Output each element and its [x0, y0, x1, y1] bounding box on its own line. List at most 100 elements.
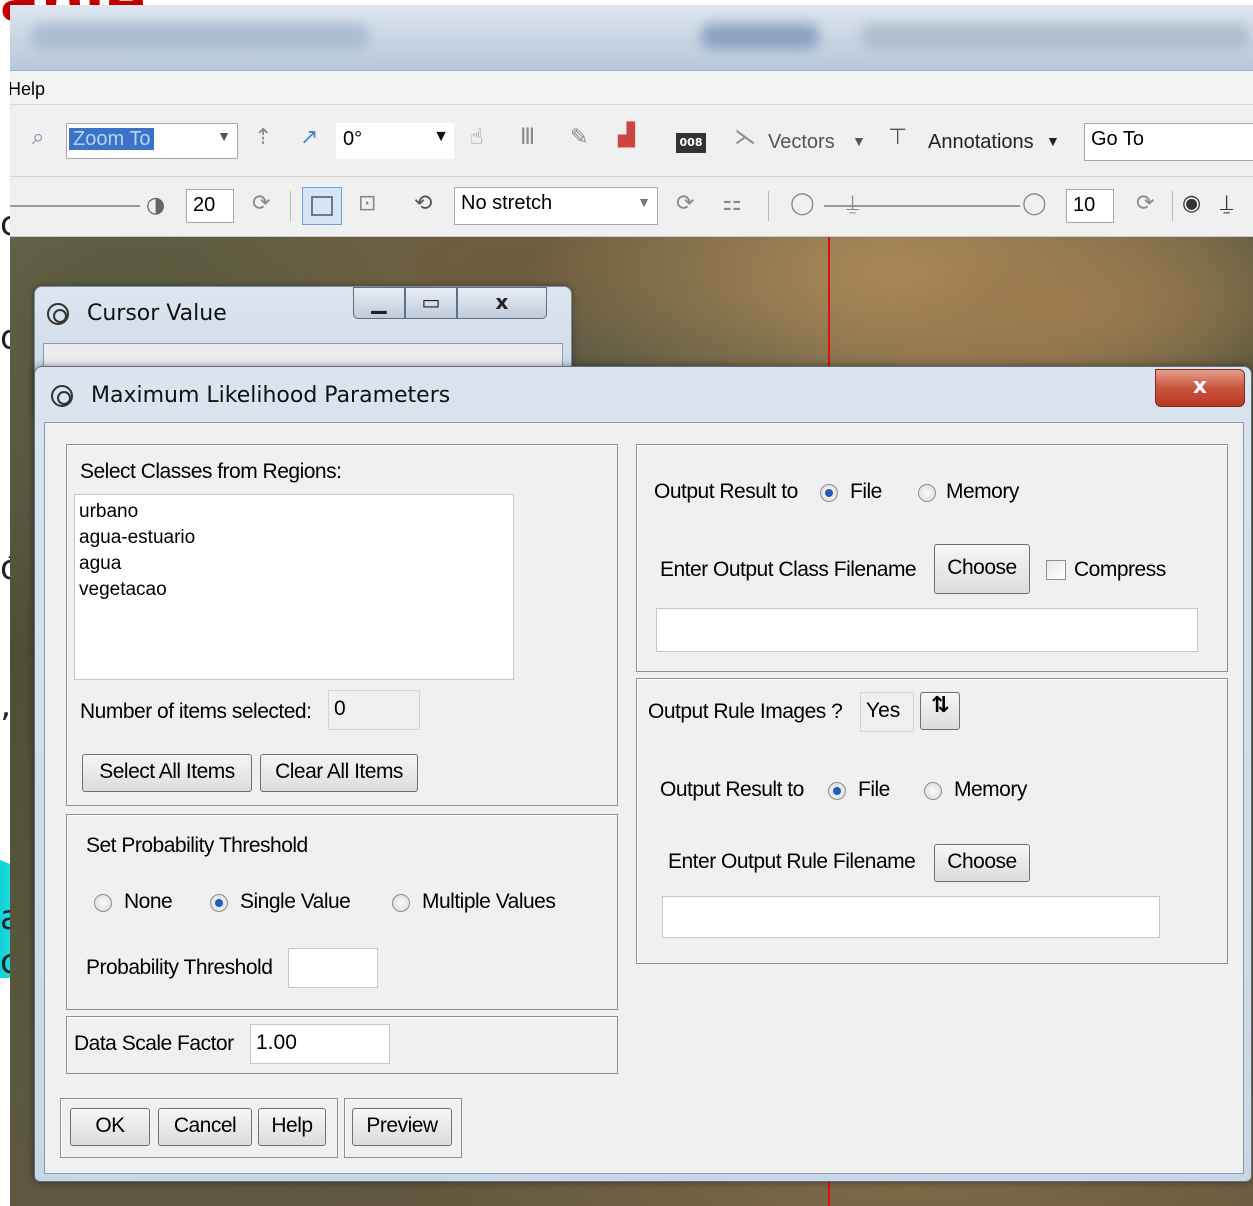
rotate-arrow-icon[interactable]: ↗: [300, 125, 318, 150]
counter-tool-icon[interactable]: 008: [676, 133, 706, 153]
classes-list[interactable]: urbano agua-estuario agua vegetacao: [74, 494, 514, 680]
dialog-close-button[interactable]: x: [1155, 369, 1245, 407]
rule-output-memory-label[interactable]: Memory: [954, 778, 1027, 802]
frame-icon: [311, 196, 333, 216]
ok-button[interactable]: OK: [70, 1108, 150, 1146]
items-selected-label: Number of items selected:: [80, 700, 312, 723]
toolbar-primary: ⌕ Zoom To ▼ ⇡ ↗ 0° ▼ ☝ Ⅲ ✎ ▟ 008 ⋋ Vecto…: [10, 105, 1253, 177]
refresh-icon[interactable]: ⟳: [676, 191, 694, 216]
output-result-label: Output Result to: [654, 480, 798, 503]
probability-threshold-input[interactable]: [288, 948, 378, 988]
compress-label[interactable]: Compress: [1074, 558, 1166, 582]
rotation-value: 0°: [343, 128, 363, 150]
fit-view-button[interactable]: [302, 187, 342, 225]
envi-icon: [51, 385, 73, 407]
threshold-label: Set Probability Threshold: [86, 834, 308, 857]
reset-icon[interactable]: ⟳: [1136, 191, 1154, 216]
window-titlebar[interactable]: [10, 5, 1253, 71]
classes-label: Select Classes from Regions:: [80, 460, 342, 483]
pan-tool-icon[interactable]: ☝: [470, 125, 483, 150]
rule-output-file-radio[interactable]: [828, 782, 846, 800]
cursor-window-title: Cursor Value: [87, 301, 227, 326]
clear-all-button[interactable]: Clear All Items: [260, 754, 418, 792]
transparency-icon[interactable]: ◉: [1182, 191, 1201, 216]
center-view-icon[interactable]: ⊡: [358, 191, 376, 216]
toolbar-display: ◑ 20 ⟳ ⊡ ⟲ No stretch ▼ ⟳ ⚏ ◯ ⍊ ◯ 10 ⟳ ◉: [10, 177, 1253, 237]
slider-thumb-icon[interactable]: ⍊: [846, 191, 859, 216]
sharpen-field[interactable]: 10: [1066, 189, 1114, 223]
choose-rule-file-button[interactable]: Choose: [934, 844, 1030, 882]
threshold-single-radio[interactable]: [210, 894, 228, 912]
chevron-down-icon: ▼: [852, 133, 866, 149]
toggle-updown-icon[interactable]: ⇅: [920, 692, 960, 730]
output-file-radio[interactable]: [820, 484, 838, 502]
chevron-down-icon: ▼: [433, 128, 449, 145]
list-item[interactable]: urbano: [79, 499, 509, 525]
contrast-icon: ◑: [146, 193, 166, 218]
threshold-multiple-radio[interactable]: [392, 894, 410, 912]
vectors-menu[interactable]: Vectors: [768, 131, 835, 154]
help-button[interactable]: Help: [258, 1108, 326, 1146]
class-filename-input[interactable]: [656, 608, 1198, 652]
cancel-button[interactable]: Cancel: [158, 1108, 252, 1146]
preview-button[interactable]: Preview: [352, 1108, 452, 1146]
brightness-field[interactable]: 20: [186, 189, 234, 223]
choose-class-file-button[interactable]: Choose: [934, 544, 1030, 594]
zoom-icon[interactable]: ⌕: [32, 125, 44, 150]
list-item[interactable]: agua: [79, 551, 509, 577]
sync-icon[interactable]: ⟲: [414, 191, 432, 216]
stretch-value: No stretch: [461, 192, 553, 214]
rule-filename-input[interactable]: [662, 896, 1160, 938]
probability-threshold-label: Probability Threshold: [86, 956, 273, 979]
circle-icon: ◯: [1022, 191, 1047, 216]
screen: able c d ó ’ a c Help ⌕ Zoom To ▼ ⇡ ↗ 0°…: [0, 0, 1253, 1206]
close-button[interactable]: x: [457, 287, 547, 319]
histogram-icon[interactable]: ⚏: [722, 191, 742, 216]
threshold-single-label[interactable]: Single Value: [240, 890, 351, 914]
scale-factor-input[interactable]: 1.00: [250, 1024, 390, 1064]
stretch-combo[interactable]: No stretch ▼: [454, 187, 658, 225]
vectors-icon[interactable]: ⋋: [734, 125, 756, 150]
zoom-combo[interactable]: Zoom To ▼: [66, 123, 238, 159]
dialog-title: Maximum Likelihood Parameters: [91, 383, 451, 408]
output-memory-radio[interactable]: [918, 484, 936, 502]
rule-output-file-label[interactable]: File: [858, 778, 890, 802]
minimize-button[interactable]: ▁: [353, 287, 405, 319]
slider-track[interactable]: [10, 205, 140, 207]
maximize-button[interactable]: ▭: [405, 287, 457, 319]
zoom-value: Zoom To: [69, 128, 155, 150]
rotate-up-icon[interactable]: ⇡: [254, 125, 272, 150]
output-memory-label[interactable]: Memory: [946, 480, 1019, 504]
threshold-multiple-label[interactable]: Multiple Values: [422, 890, 556, 914]
slider-thumb-icon[interactable]: ⍊: [1220, 191, 1233, 216]
goto-input[interactable]: Go To: [1084, 123, 1253, 161]
opacity-icon: ◯: [790, 191, 815, 216]
chevron-down-icon: ▼: [637, 194, 651, 210]
menu-bar: Help: [10, 71, 1253, 105]
list-item[interactable]: vegetacao: [79, 577, 509, 603]
threshold-none-label[interactable]: None: [124, 890, 173, 914]
annotations-icon[interactable]: ⊤: [888, 125, 907, 150]
scale-factor-label: Data Scale Factor: [74, 1032, 234, 1055]
rule-filename-label: Enter Output Rule Filename: [668, 850, 916, 873]
chevron-down-icon: ▼: [217, 128, 231, 144]
rotation-combo[interactable]: 0° ▼: [336, 123, 454, 159]
chevron-down-icon: ▼: [1046, 133, 1060, 149]
select-all-button[interactable]: Select All Items: [82, 754, 252, 792]
rule-output-memory-radio[interactable]: [924, 782, 942, 800]
threshold-none-radio[interactable]: [94, 894, 112, 912]
annotations-menu[interactable]: Annotations: [928, 131, 1034, 154]
rule-output-result-label: Output Result to: [660, 778, 804, 801]
output-file-label[interactable]: File: [850, 480, 882, 504]
reset-icon[interactable]: ⟳: [252, 191, 270, 216]
roi-tool-icon[interactable]: ▟: [618, 123, 635, 148]
items-selected-count: 0: [328, 690, 420, 730]
compress-checkbox[interactable]: [1046, 560, 1066, 580]
pencil-tool-icon[interactable]: ✎: [570, 125, 588, 150]
crosshair-tool-icon[interactable]: Ⅲ: [520, 125, 535, 150]
class-filename-label: Enter Output Class Filename: [660, 558, 917, 581]
list-item[interactable]: agua-estuario: [79, 525, 509, 551]
menu-help[interactable]: Help: [10, 79, 45, 100]
output-rule-images-label: Output Rule Images ?: [648, 700, 843, 723]
output-rule-images-value: Yes: [860, 692, 914, 732]
